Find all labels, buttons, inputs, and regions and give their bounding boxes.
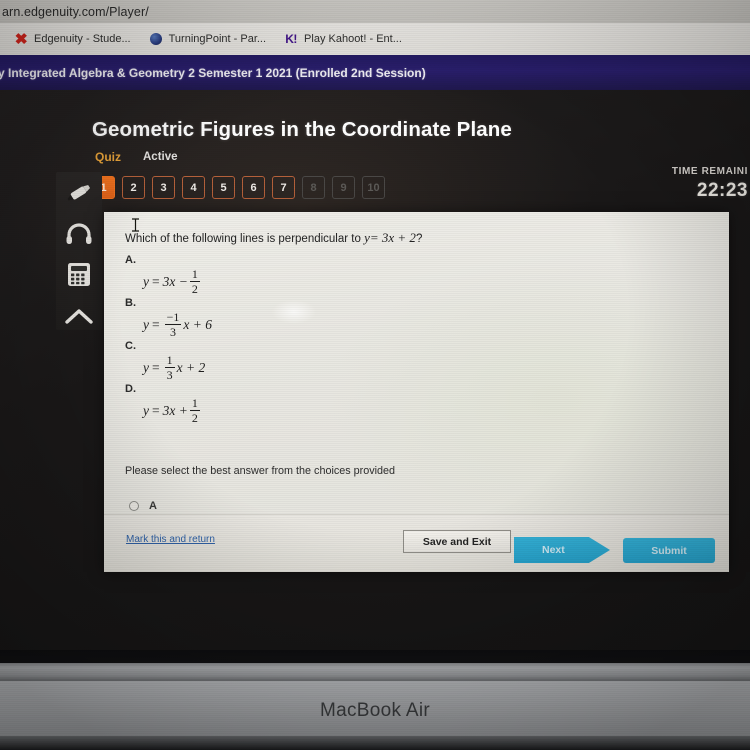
fraction-numerator: 1 [166,353,173,367]
collapse-up-icon[interactable] [62,301,96,330]
choice-lhs: y [143,273,149,289]
fraction-denominator: 3 [166,368,173,382]
laptop-hinge [0,663,750,681]
pager-item-2[interactable]: 2 [122,176,145,199]
status-badge: Active [143,151,178,163]
choice-tail: x + 2 [176,359,206,375]
choice-lhs: y [143,359,149,375]
choice-c[interactable]: C. y = 1 3 x + 2 [125,340,205,381]
choice-letter: B. [125,297,136,309]
choice-equation: y = 3x − 1 2 [143,268,202,295]
choice-tail: x + 6 [183,316,213,332]
question-panel: Which of the following lines is perpendi… [104,212,729,572]
submit-button[interactable]: Submit [623,538,715,563]
prompt-equation-rest: = 3x + 2 [369,230,416,245]
pager-item-3[interactable]: 3 [152,176,175,199]
choice-lhs: y [143,402,149,418]
choice-equation: y = 1 3 x + 2 [143,354,205,381]
fraction-denominator: 2 [191,411,198,425]
fraction-numerator: −1 [166,310,180,324]
pager-item-6[interactable]: 6 [242,176,265,199]
choice-equals: = [152,359,160,375]
question-prompt-text: Which of the following lines is perpendi… [125,233,365,245]
choice-lhs: y [143,316,149,332]
choice-fraction: 1 3 [164,353,175,382]
question-prompt: Which of the following lines is perpendi… [125,230,422,246]
choice-b[interactable]: B. y = −1 3 x + 6 [125,297,212,338]
bookmark-kahoot[interactable]: K! Play Kahoot! - Ent... [284,32,402,46]
tool-rail [56,172,102,330]
device-brand-label: MacBook Air [320,700,430,721]
choice-letter: A. [125,254,136,266]
choice-equation: y = 3x + 1 2 [143,397,202,424]
kahoot-k-icon: K! [285,32,297,46]
bookmark-label: TurningPoint - Par... [168,33,267,45]
laptop-screen-photo: arn.edgenuity.com/Player/ ✖ Edgenuity - … [0,0,750,750]
pager-item-10: 10 [362,176,385,199]
choice-terms: 3x + [162,402,188,418]
activity-type-label: Quiz [95,150,121,164]
highlighter-icon[interactable] [62,178,96,207]
bookmark-label: Edgenuity - Stude... [34,33,131,45]
screen-glare-spot [272,300,316,324]
choice-terms: 3x − [162,273,188,289]
answer-option-a[interactable]: A [129,500,157,512]
fraction-numerator: 1 [191,267,198,281]
quiz-meta-row: Quiz Active [95,150,178,164]
question-pager: 1 2 3 4 5 6 7 8 9 10 [92,176,385,199]
laptop-shadow [0,736,750,750]
answer-instruction: Please select the best answer from the c… [125,465,396,477]
pager-item-7[interactable]: 7 [272,176,295,199]
question-footer: Mark this and return Save and Exit Next … [104,514,729,572]
url-text: arn.edgenuity.com/Player/ [2,4,149,19]
pager-item-4[interactable]: 4 [182,176,205,199]
radio-button[interactable] [129,501,139,511]
choice-fraction: 1 2 [189,267,200,296]
choice-d[interactable]: D. y = 3x + 1 2 [125,383,202,424]
page-title: Geometric Figures in the Coordinate Plan… [92,118,512,141]
bookmarks-bar: ✖ Edgenuity - Stude... TurningPoint - Pa… [0,23,750,55]
choice-fraction: −1 3 [164,310,182,339]
pager-item-5[interactable]: 5 [212,176,235,199]
time-remaining-value: 22:23 [696,180,748,201]
fraction-numerator: 1 [191,396,198,410]
save-and-exit-button[interactable]: Save and Exit [403,530,511,553]
fraction-denominator: 3 [170,325,177,339]
choice-equals: = [152,316,160,332]
browser-url-bar[interactable]: arn.edgenuity.com/Player/ [0,0,750,23]
calculator-icon[interactable] [62,260,96,289]
choice-letter: C. [125,340,136,352]
bookmark-edgenuity[interactable]: ✖ Edgenuity - Stude... [14,30,131,48]
bookmark-label: Play Kahoot! - Ent... [304,33,402,45]
fraction-denominator: 2 [191,282,198,296]
next-button[interactable]: Next [514,537,610,563]
choice-fraction: 1 2 [189,396,200,425]
choice-letter: D. [125,383,136,395]
choice-equals: = [152,402,160,418]
answer-option-label: A [149,500,157,512]
pager-item-8: 8 [302,176,325,199]
choice-equation: y = −1 3 x + 6 [143,311,212,338]
bookmark-turningpoint[interactable]: TurningPoint - Par... [149,32,266,46]
pager-item-9: 9 [332,176,355,199]
course-banner-text: y Integrated Algebra & Geometry 2 Semest… [0,65,426,80]
choice-a[interactable]: A. y = 3x − 1 2 [125,254,202,295]
globe-icon [149,32,163,46]
edgenuity-x-icon: ✖ [14,30,28,48]
prompt-question-mark: ? [415,233,423,245]
course-banner: y Integrated Algebra & Geometry 2 Semest… [0,55,750,90]
headphones-icon[interactable] [62,219,96,248]
choice-equals: = [152,273,160,289]
time-remaining: TIME REMAINI 22:23 [672,166,750,202]
mark-and-return-link[interactable]: Mark this and return [126,534,215,545]
time-remaining-label: TIME REMAINI [671,166,748,177]
